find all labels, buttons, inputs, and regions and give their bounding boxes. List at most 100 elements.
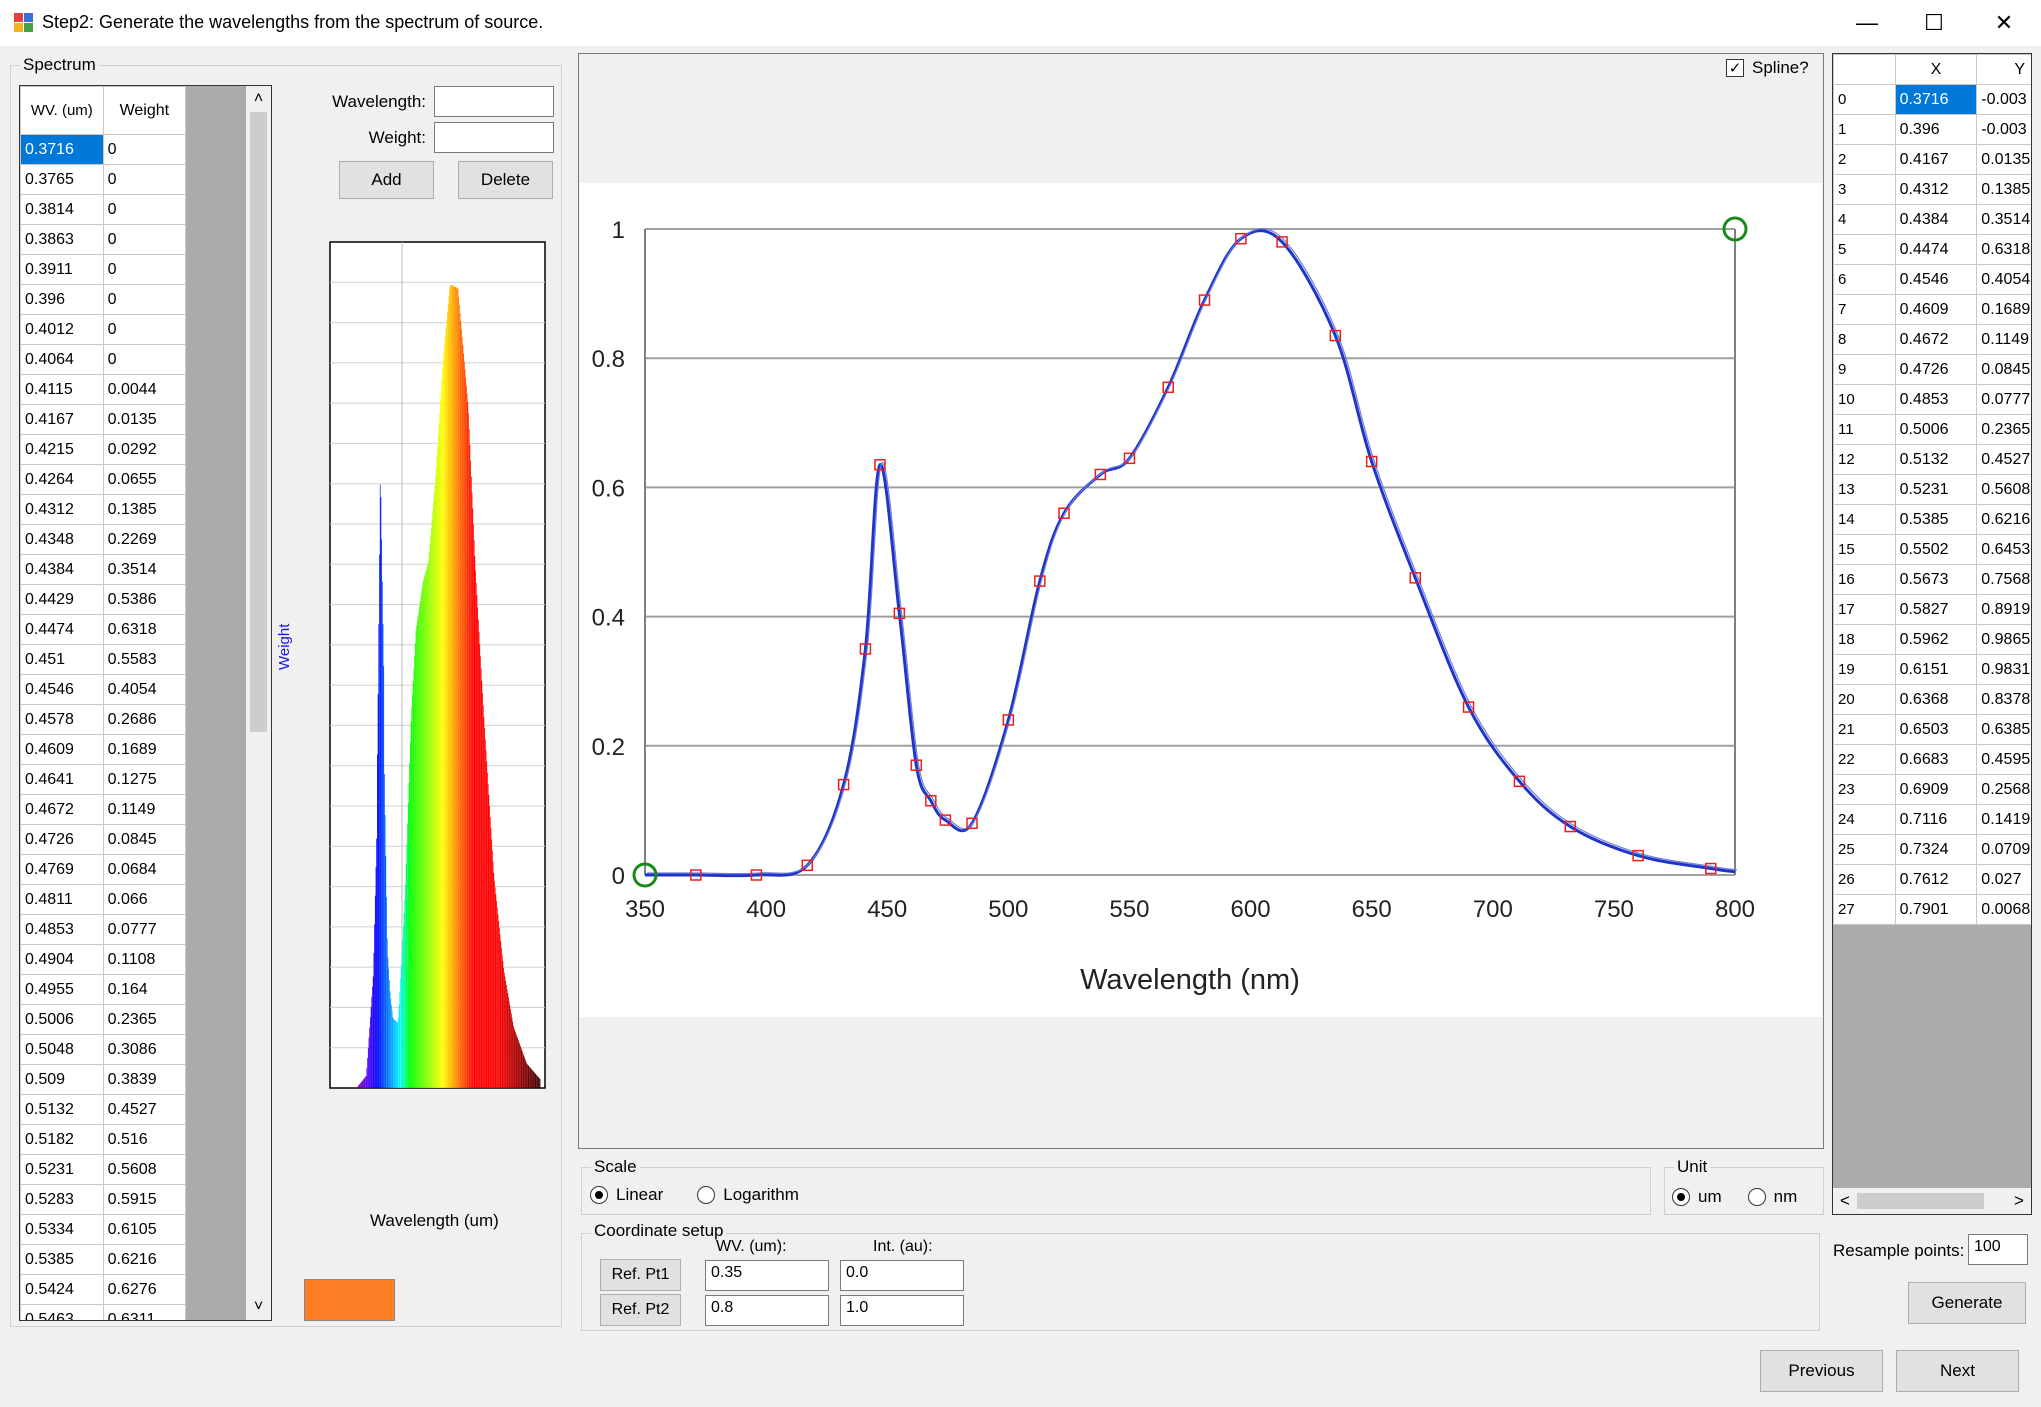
weight-cell[interactable]: 0.3086	[102, 1034, 187, 1065]
table-row[interactable]: 0.396 0	[20, 284, 187, 315]
wavelength-cell[interactable]: 0.5334	[20, 1214, 104, 1245]
ref-pt1-int-input[interactable]: 0.0	[840, 1260, 964, 1291]
wavelength-cell[interactable]: 0.3716	[20, 134, 104, 165]
weight-cell[interactable]: 0	[102, 254, 187, 285]
table-row[interactable]: 0.4578 0.2686	[20, 704, 187, 735]
row-index-cell[interactable]: 4	[1833, 204, 1896, 235]
table-row[interactable]: 0.5283 0.5915	[20, 1184, 187, 1215]
weight-cell[interactable]: 0	[102, 164, 187, 195]
y-cell[interactable]: 0.9865	[1976, 624, 2031, 655]
wavelength-cell[interactable]: 0.4167	[20, 404, 104, 435]
scroll-up-arrow-icon[interactable]: ˄	[246, 86, 271, 111]
y-cell[interactable]: 0.0709	[1976, 834, 2031, 865]
wavelength-cell[interactable]: 0.4641	[20, 764, 104, 795]
table-row[interactable]: 0.4726 0.0845	[20, 824, 187, 855]
row-index-cell[interactable]: 19	[1833, 654, 1896, 685]
close-button[interactable]: ✕	[1974, 0, 2034, 46]
y-cell[interactable]: 0.1385	[1976, 174, 2031, 205]
wavelength-cell[interactable]: 0.4726	[20, 824, 104, 855]
wavelength-chart[interactable]: 0 0.2 0.4 0.6 0.8 1 350 400 450 500 550 600 650 700 75…	[580, 183, 1822, 1017]
x-cell[interactable]: 0.4474	[1894, 234, 1978, 265]
x-cell[interactable]: 0.6151	[1894, 654, 1978, 685]
row-index-cell[interactable]: 11	[1833, 414, 1896, 445]
table-row[interactable]: 0.4904 0.1108	[20, 944, 187, 975]
x-cell[interactable]: 0.7116	[1894, 804, 1978, 835]
row-index-cell[interactable]: 2	[1833, 144, 1896, 175]
wavelength-cell[interactable]: 0.4264	[20, 464, 104, 495]
y-cell[interactable]: 0.0845	[1976, 354, 2031, 385]
table-row[interactable]: 2 0.4167 0.0135	[1833, 144, 2031, 175]
wavelength-cell[interactable]: 0.4215	[20, 434, 104, 465]
wavelength-cell[interactable]: 0.5463	[20, 1304, 104, 1320]
scale-linear-option[interactable]: Linear	[590, 1185, 663, 1205]
table-row[interactable]: 0.5132 0.4527	[20, 1094, 187, 1125]
wavelength-cell[interactable]: 0.5182	[20, 1124, 104, 1155]
table-row[interactable]: 23 0.6909 0.2568	[1833, 774, 2031, 805]
hscroll-thumb[interactable]	[1857, 1193, 1984, 1209]
y-cell[interactable]: 0.0135	[1976, 144, 2031, 175]
table-row[interactable]: 21 0.6503 0.6385	[1833, 714, 2031, 745]
table-row[interactable]: 7 0.4609 0.1689	[1833, 294, 2031, 325]
wavelength-cell[interactable]: 0.4546	[20, 674, 104, 705]
wavelength-cell[interactable]: 0.5424	[20, 1274, 104, 1305]
row-index-cell[interactable]: 1	[1833, 114, 1896, 145]
resample-table[interactable]: X Y 0 0.3716 -0.003 1 0.396 -0.003 2 0.4167 0.01…	[1832, 53, 2032, 1215]
wavelength-cell[interactable]: 0.4955	[20, 974, 104, 1005]
table-row[interactable]: 20 0.6368 0.8378	[1833, 684, 2031, 715]
row-index-cell[interactable]: 10	[1833, 384, 1896, 415]
table-row[interactable]: 0.4167 0.0135	[20, 404, 187, 435]
previous-button[interactable]: Previous	[1760, 1350, 1883, 1392]
row-index-cell[interactable]: 17	[1833, 594, 1896, 625]
table-row[interactable]: 14 0.5385 0.6216	[1833, 504, 2031, 535]
table-row[interactable]: 0.509 0.3839	[20, 1064, 187, 1095]
wavelength-cell[interactable]: 0.4474	[20, 614, 104, 645]
y-cell[interactable]: 0.6216	[1976, 504, 2031, 535]
weight-cell[interactable]: 0.0684	[102, 854, 187, 885]
table-row[interactable]: 0.5182 0.516	[20, 1124, 187, 1155]
x-cell[interactable]: 0.4853	[1894, 384, 1978, 415]
weight-cell[interactable]: 0.2686	[102, 704, 187, 735]
weight-cell[interactable]: 0.1385	[102, 494, 187, 525]
row-index-cell[interactable]: 22	[1833, 744, 1896, 775]
y-cell[interactable]: 0.1689	[1976, 294, 2031, 325]
table-row[interactable]: 10 0.4853 0.0777	[1833, 384, 2031, 415]
y-cell[interactable]: 0.3514	[1976, 204, 2031, 235]
table-row[interactable]: 24 0.7116 0.1419	[1833, 804, 2031, 835]
scale-logarithm-option[interactable]: Logarithm	[697, 1185, 799, 1205]
weight-cell[interactable]: 0.6216	[102, 1244, 187, 1275]
weight-cell[interactable]: 0.1149	[102, 794, 187, 825]
weight-cell[interactable]: 0	[102, 134, 187, 165]
weight-cell[interactable]: 0	[102, 344, 187, 375]
table-row[interactable]: 0.5006 0.2365	[20, 1004, 187, 1035]
table-row[interactable]: 26 0.7612 0.027	[1833, 864, 2031, 895]
table-row[interactable]: 0.4115 0.0044	[20, 374, 187, 405]
row-index-cell[interactable]: 18	[1833, 624, 1896, 655]
table-row[interactable]: 0.5048 0.3086	[20, 1034, 187, 1065]
row-index-cell[interactable]: 8	[1833, 324, 1896, 355]
x-cell[interactable]: 0.5502	[1894, 534, 1978, 565]
spline-toggle[interactable]: ✓ Spline?	[1726, 58, 1809, 78]
wavelength-cell[interactable]: 0.4811	[20, 884, 104, 915]
wavelength-cell[interactable]: 0.451	[20, 644, 104, 675]
y-cell[interactable]: 0.6318	[1976, 234, 2031, 265]
ref-pt2-wv-input[interactable]: 0.8	[705, 1295, 829, 1326]
row-index-cell[interactable]: 16	[1833, 564, 1896, 595]
table-row[interactable]: 0.4312 0.1385	[20, 494, 187, 525]
x-cell[interactable]: 0.3716	[1894, 84, 1978, 115]
wavelength-input[interactable]	[434, 86, 554, 117]
table-row[interactable]: 0.451 0.5583	[20, 644, 187, 675]
wavelength-cell[interactable]: 0.509	[20, 1064, 104, 1095]
table-row[interactable]: 8 0.4672 0.1149	[1833, 324, 2031, 355]
x-cell[interactable]: 0.7324	[1894, 834, 1978, 865]
weight-cell[interactable]: 0.2365	[102, 1004, 187, 1035]
wavelength-cell[interactable]: 0.4578	[20, 704, 104, 735]
wavelength-cell[interactable]: 0.5048	[20, 1034, 104, 1065]
row-index-cell[interactable]: 24	[1833, 804, 1896, 835]
table-row[interactable]: 9 0.4726 0.0845	[1833, 354, 2031, 385]
spectrum-table-scrollbar[interactable]: ˄ ˅	[246, 86, 271, 1320]
y-cell[interactable]: 0.7568	[1976, 564, 2031, 595]
table-row[interactable]: 0.4955 0.164	[20, 974, 187, 1005]
y-cell[interactable]: 0.027	[1976, 864, 2031, 895]
y-cell[interactable]: 0.8919	[1976, 594, 2031, 625]
x-cell[interactable]: 0.5827	[1894, 594, 1978, 625]
